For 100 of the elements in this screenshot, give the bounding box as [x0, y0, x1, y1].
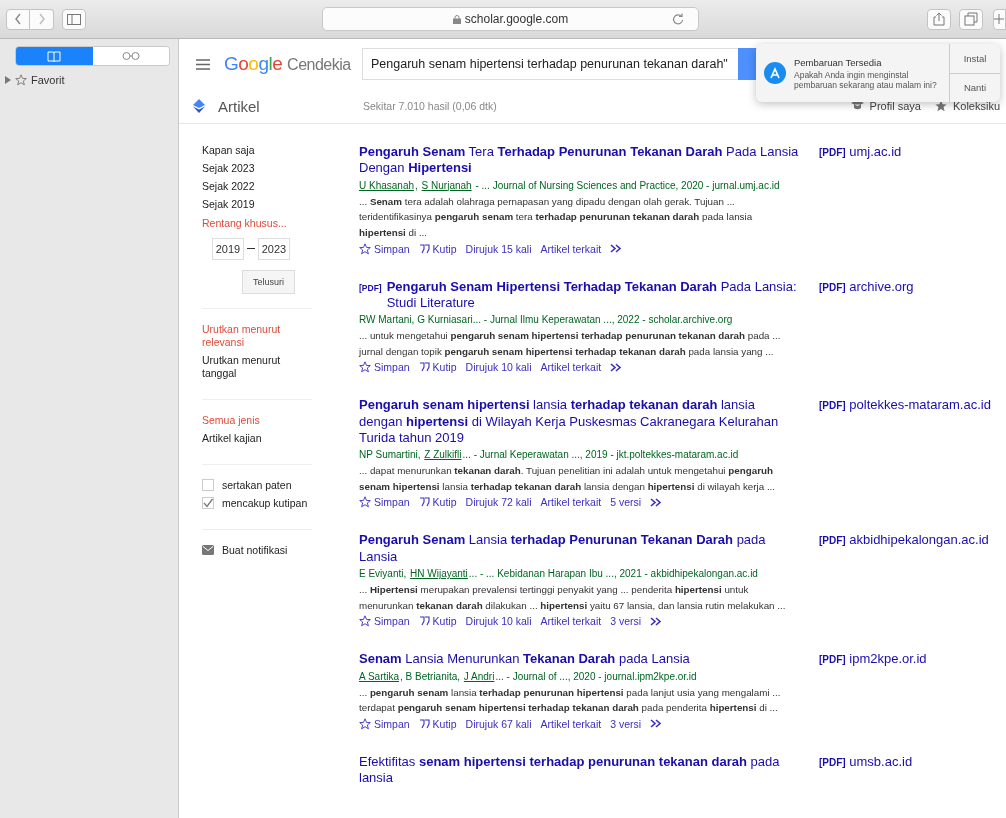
notification-message: Apakah Anda ingin menginstal pembaruan sekarang atau malam ini?	[794, 69, 938, 90]
create-alert-link[interactable]: Buat notifikasi	[222, 544, 288, 557]
pdf-link[interactable]: [PDF] ipm2kpe.or.id	[819, 651, 927, 730]
byline-text: E Eviyanti,	[359, 567, 408, 579]
result-action-link[interactable]: Dirujuk 72 kali	[465, 496, 532, 509]
more-icon[interactable]	[610, 362, 623, 372]
pdf-link[interactable]: [PDF] archive.org	[819, 278, 914, 374]
filter-link[interactable]: Artikel kajian	[202, 432, 312, 446]
result-action-link[interactable]: Artikel terkait	[540, 717, 602, 730]
pdf-link[interactable]: [PDF] umj.ac.id	[819, 144, 902, 255]
install-button[interactable]: Instal	[950, 44, 1000, 73]
more-icon[interactable]	[650, 719, 663, 729]
cite-link[interactable]: Kutip	[418, 717, 457, 730]
result-title-link[interactable]: Pengaruh Senam Lansia terhadap Penurunan Tekanan Darah pada Lansia	[359, 532, 799, 565]
later-button[interactable]: Nanti	[950, 72, 1000, 102]
result-action-link[interactable]: 3 versi	[610, 717, 642, 730]
google-cendekia-logo[interactable]: Google Cendekia	[224, 53, 356, 75]
author-link[interactable]: Z Zulkifli	[424, 449, 462, 461]
notification-title: Pembaruan Tersedia	[794, 56, 883, 68]
star-icon	[359, 496, 371, 509]
filter-link[interactable]: Sejak 2019	[202, 198, 312, 212]
reading-list-tab[interactable]	[92, 47, 169, 65]
diamond-icon	[193, 99, 205, 113]
year-to-field[interactable]: 2023	[258, 237, 290, 260]
save-link[interactable]: Simpan	[359, 615, 410, 628]
save-link[interactable]: Simpan	[359, 717, 410, 730]
checkbox-label: sertakan paten	[222, 479, 292, 492]
new-tab-button[interactable]	[993, 8, 1006, 30]
sidebar-toggle-button[interactable]	[62, 8, 86, 30]
result-snippet: ... Hipertensi merupakan prevalensi tertinggi penyakit yang ... penderita hipertensi untuk menurunkan tekanan darah dilakukan ... hipertensi yaitu 67 lansia, dan lansia rutin melakukan ...	[359, 582, 787, 613]
search-field[interactable]: Pengaruh senam hipertensi terhadap penurunan tekanan darah"	[362, 48, 738, 80]
pdf-link[interactable]: [PDF] poltekkes-mataram.ac.id	[819, 397, 991, 509]
filter-link[interactable]: Urutkan menurut relevansi	[202, 322, 312, 349]
filter-link[interactable]: Kapan saja	[202, 144, 312, 158]
pdf-link[interactable]: [PDF] akbidhipekalongan.ac.id	[819, 532, 989, 628]
filter-link[interactable]: Rentang khusus...	[202, 216, 312, 230]
result-title-link[interactable]: Pengaruh Senam Hipertensi Terhadap Tekanan Darah Pada Lansia: Studi Literature	[386, 278, 799, 311]
result-action-link[interactable]: Artikel terkait	[540, 496, 602, 509]
filter-link[interactable]: Sejak 2022	[202, 180, 312, 194]
result-title-link[interactable]: Efektifitas senam hipertensi terhadap penurunan tekanan darah pada lansia	[359, 753, 799, 787]
share-button[interactable]	[927, 8, 952, 30]
search-range-button[interactable]: Telusuri	[242, 269, 295, 294]
tabs-button[interactable]	[959, 8, 983, 30]
save-link[interactable]: Simpan	[359, 361, 410, 374]
more-icon[interactable]	[650, 497, 663, 507]
favorites-label[interactable]: Favorit	[31, 74, 65, 86]
byline-text: ... - Jurnal Keperawatan ..., 2019 - jkt.poltekkes-mataram.ac.id	[462, 449, 739, 461]
author-link[interactable]: S Nurjanah	[421, 179, 472, 191]
result-action-link[interactable]: Artikel terkait	[540, 361, 602, 374]
tabs-icon	[964, 12, 978, 26]
profile-link[interactable]: Profil saya	[850, 100, 921, 112]
byline-text: , B Betrianita,	[400, 670, 462, 682]
author-link[interactable]: U Khasanah	[359, 179, 415, 191]
book-icon	[47, 50, 62, 62]
result-action-link[interactable]: Artikel terkait	[540, 615, 602, 628]
disclosure-triangle-icon[interactable]	[4, 76, 11, 84]
save-link[interactable]: Simpan	[359, 242, 410, 255]
checkbox[interactable]	[202, 479, 214, 492]
filter-link[interactable]: Sejak 2023	[202, 162, 312, 176]
result-action-link[interactable]: Dirujuk 67 kali	[465, 717, 532, 730]
result-action-link[interactable]: Dirujuk 10 kali	[465, 615, 532, 628]
filter-link[interactable]: Urutkan menurut tanggal	[202, 353, 312, 381]
plus-icon	[994, 14, 1005, 24]
pdf-link[interactable]: [PDF] umsb.ac.id	[819, 753, 913, 790]
reload-icon[interactable]	[672, 13, 685, 25]
author-link[interactable]: J Andri	[463, 670, 495, 682]
checkbox[interactable]	[202, 497, 214, 510]
result-title-link[interactable]: Pengaruh Senam Tera Terhadap Penurunan Tekanan Darah Pada Lansia Dengan Hipertensi	[359, 144, 799, 177]
collection-link[interactable]: Koleksiku	[934, 100, 1000, 112]
save-link[interactable]: Simpan	[359, 496, 410, 509]
result-title-link[interactable]: Senam Lansia Menurunkan Tekanan Darah pada Lansia	[359, 651, 690, 668]
result-action-link[interactable]: 3 versi	[610, 615, 642, 628]
more-icon[interactable]	[650, 616, 663, 626]
checkmark-icon	[203, 498, 213, 509]
result-snippet: ... dapat menurunkan tekanan darah. Tujuan penelitian ini adalah untuk mengetahui pengaruh senam hipertensi lansia terhadap tekanan darah lansia dengan hipertensi di wilayah kerja ...	[359, 464, 777, 494]
result-stats: Sekitar 7.010 hasil (0,06 dtk)	[363, 100, 497, 112]
bookmarks-tab[interactable]	[16, 47, 93, 65]
byline-text: NP Sumartini,	[359, 449, 422, 461]
author-link[interactable]: HN Wijayanti	[410, 567, 468, 579]
menu-icon[interactable]	[196, 58, 210, 70]
result-title-link[interactable]: Pengaruh senam hipertensi lansia terhadap tekanan darah lansia dengan hipertensi di Wilayah Kerja Puskesmas Cakranegara Kelurahan Turida tahun 2019	[359, 397, 799, 447]
cite-link[interactable]: Kutip	[418, 496, 457, 509]
author-link[interactable]: A Sartika	[359, 670, 400, 682]
cite-link[interactable]: Kutip	[418, 615, 457, 628]
year-from-field[interactable]: 2019	[212, 237, 244, 260]
cite-link[interactable]: Kutip	[418, 361, 457, 374]
result-action-link[interactable]: Dirujuk 10 kali	[465, 361, 532, 374]
address-bar[interactable]: scholar.google.com	[321, 7, 700, 31]
star-icon	[359, 717, 371, 730]
result-action-link[interactable]: Dirujuk 15 kali	[465, 242, 532, 255]
cite-link[interactable]: Kutip	[418, 242, 457, 255]
filter-link[interactable]: Semua jenis	[202, 414, 312, 428]
more-icon[interactable]	[610, 244, 623, 253]
glasses-icon	[121, 51, 140, 61]
star-icon	[359, 615, 371, 628]
back-icon	[14, 13, 22, 25]
result-action-link[interactable]: 5 versi	[610, 496, 642, 509]
back-button[interactable]	[6, 8, 30, 30]
result-action-link[interactable]: Artikel terkait	[540, 242, 602, 255]
byline-text: - ... Journal of Nursing Sciences and Practice, 2020 - jurnal.umj.ac.id	[474, 179, 780, 191]
